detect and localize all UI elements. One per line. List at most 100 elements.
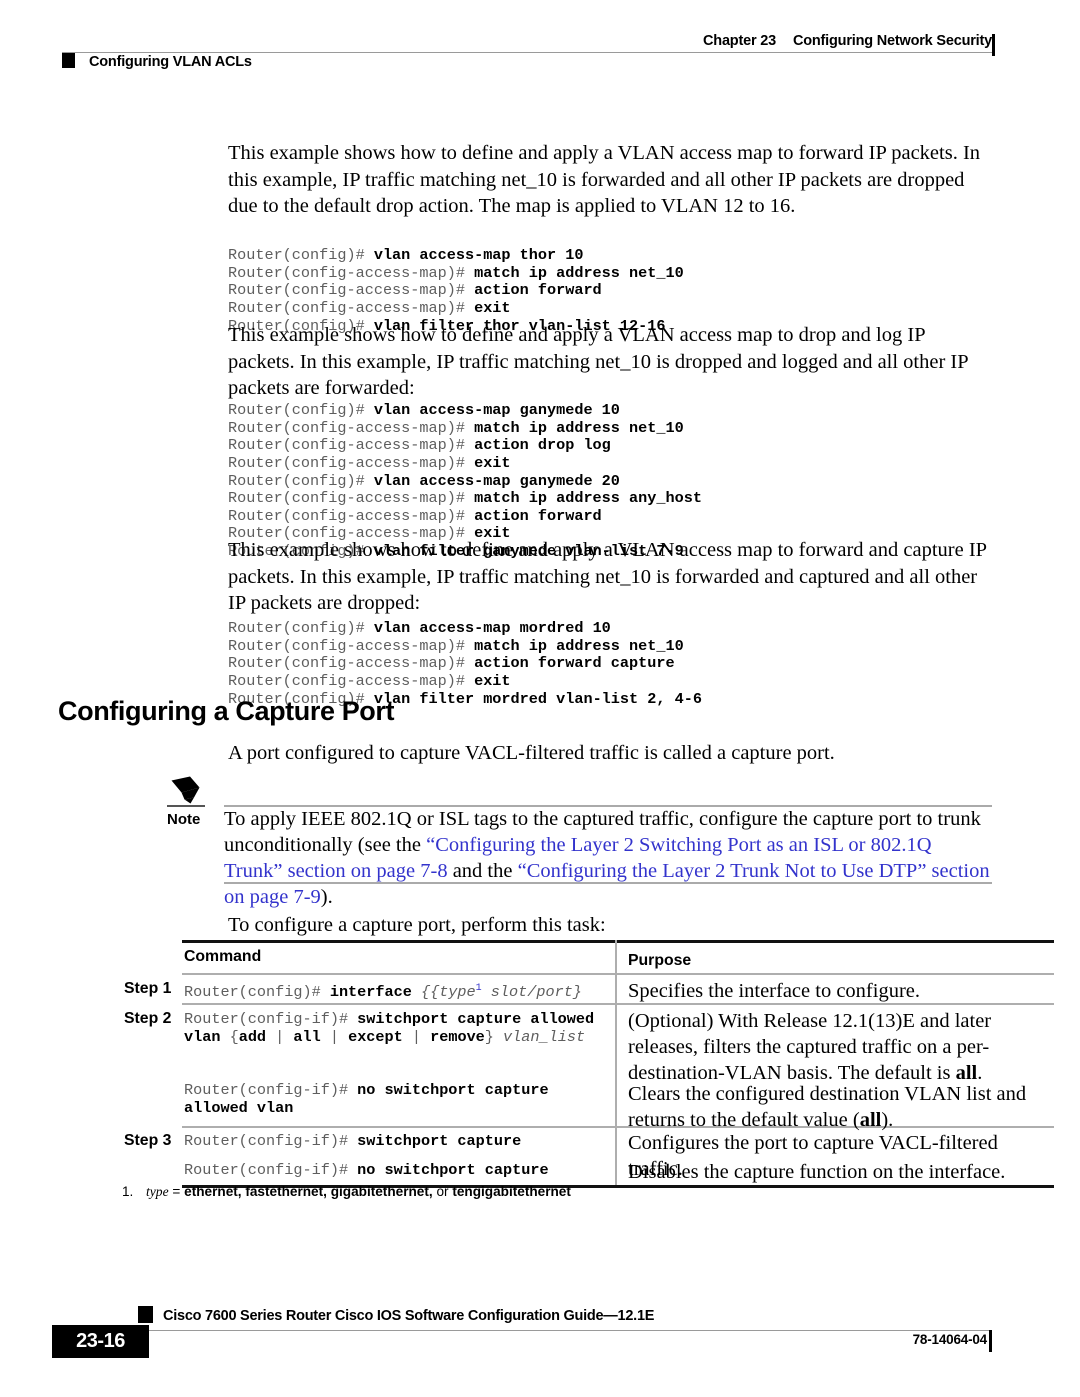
note-label-underline: [167, 805, 205, 807]
cli-command: action forward: [474, 506, 602, 525]
cli-command: match ip address any_host: [474, 489, 702, 508]
header-rule: [62, 52, 992, 53]
cli-prompt: Router(config-access-map)#: [228, 263, 475, 282]
cli-prompt: Router(config-access-map)#: [228, 281, 475, 300]
footer-page-number: 23-16: [76, 1330, 125, 1352]
purpose-text: Clears the configured destination VLAN l…: [628, 1083, 1027, 1131]
cli-prompt: Router(config-access-map)#: [228, 636, 475, 655]
purpose-text-end: ).: [881, 1109, 894, 1131]
code-line: Router(config-access-map)# action forwar…: [228, 655, 1018, 673]
cli-pipe-1: |: [266, 1028, 294, 1046]
paragraph-task-intro: To configure a capture port, perform thi…: [228, 914, 606, 936]
cli-command: action forward capture: [474, 654, 675, 673]
code-line: Router(config-access-map)# exit: [228, 298, 1018, 318]
cli-pipe-2: |: [320, 1028, 349, 1046]
footnote-or: or: [432, 1184, 453, 1199]
code-line: Router(config)# vlan access-map ganymede…: [228, 472, 1018, 491]
code-line: Router(config-access-map)# action drop l…: [228, 437, 1018, 455]
footer-document-id: 78-14064-04: [912, 1332, 988, 1347]
cli-pipe-3: |: [402, 1028, 431, 1046]
cli-prompt: Router(config-access-map)#: [228, 654, 475, 673]
table-row: Router(config-if)# no switchport capture…: [184, 1081, 609, 1117]
cli-prompt: Router(config-access-map)#: [228, 453, 475, 472]
code-line: Router(config-access-map)# exit: [228, 453, 1018, 473]
table-row: Router(config-if)# switchport capture: [184, 1132, 609, 1150]
cli-command: action drop log: [474, 436, 611, 455]
cli-prompt: Router(config)#: [228, 619, 374, 638]
cli-command: vlan filter mordred vlan-list 2, 4-6: [373, 689, 702, 708]
table-step-label-3: Step 3: [124, 1132, 172, 1149]
cli-command: match ip address net_10: [474, 263, 684, 282]
footer-edge-tick: [989, 1330, 992, 1352]
code-line: Router(config-access-map)# exit: [228, 671, 1018, 691]
cli-prompt: Router(config-if)#: [184, 1132, 358, 1150]
table-step-label-2: Step 2: [124, 1010, 172, 1027]
cli-brace-open: {: [229, 1028, 239, 1046]
code-line: Router(config-access-map)# match ip addr…: [228, 636, 1018, 656]
footnote-last-value: tengigabitethernet: [452, 1184, 571, 1199]
footnote-equals: =: [168, 1184, 185, 1199]
cli-prompt: Router(config-access-map)#: [228, 506, 475, 525]
footnote-values: ethernet, fastethernet, gigabitethernet,: [184, 1184, 433, 1199]
footer-document-title: Cisco 7600 Series Router Cisco IOS Softw…: [163, 1308, 655, 1324]
cli-command: switchport capture: [357, 1132, 522, 1150]
header-bullet-square-icon: [62, 53, 75, 68]
table-purpose-5: Disables the capture function on the int…: [628, 1161, 1006, 1183]
cli-arg-vlanlist: vlan_list: [503, 1028, 586, 1046]
code-line: Router(config)# vlan access-map mordred …: [228, 619, 1018, 638]
cli-prompt: Router(config-access-map)#: [228, 436, 475, 455]
cli-command: match ip address net_10: [474, 418, 684, 437]
table-footnote: 1. type = ethernet, fastethernet, gigabit…: [122, 1184, 922, 1200]
cli-prompt: Router(config-access-map)#: [228, 489, 475, 508]
cli-arg-2: slot/port}: [481, 983, 582, 1002]
table-purpose-3: Clears the configured destination VLAN l…: [628, 1081, 1053, 1133]
code-line: Router(config)# vlan access-map ganymede…: [228, 401, 1018, 420]
cli-command: vlan access-map mordred 10: [373, 619, 611, 638]
cli-prompt: Router(config-if)#: [184, 1081, 358, 1099]
cli-arg: {{type: [420, 983, 476, 1002]
footer-bullet-square-icon: [138, 1306, 153, 1323]
cli-prompt: Router(config-if)#: [184, 1161, 358, 1179]
cli-command: vlan access-map ganymede 10: [373, 401, 620, 420]
note-label: Note: [167, 811, 201, 828]
table-header-command: Command: [184, 948, 262, 965]
footer-rule: [88, 1330, 992, 1331]
table-top-rule: [182, 940, 1054, 943]
paragraph-capture-port-definition: A port configured to capture VACL-filter…: [228, 742, 835, 764]
footnote-number: 1.: [122, 1184, 134, 1199]
section-heading-configuring-capture-port: Configuring a Capture Port: [58, 696, 395, 726]
cli-prompt: Router(config-access-map)#: [228, 298, 475, 317]
table-row: Router(config-if)# no switchport capture: [184, 1161, 609, 1179]
cli-option-except: except: [348, 1028, 403, 1046]
header-chapter-title: Configuring Network Security: [792, 33, 992, 49]
purpose-default-value: all: [859, 1109, 882, 1131]
paragraph-forward-example: This example shows how to define and app…: [228, 142, 981, 217]
cli-option-all: all: [293, 1028, 321, 1046]
code-line: Router(config-access-map)# action forwar…: [228, 506, 1018, 526]
purpose-text: (Optional) With Release 12.1(13)E and la…: [628, 1010, 992, 1084]
cli-prompt: Router(config-if)#: [184, 1010, 358, 1028]
note-text-part-2: and the: [447, 860, 518, 882]
cli-command: exit: [474, 298, 511, 317]
header-chapter-info: Chapter 23 Configuring Network Security: [703, 33, 992, 49]
table-column-divider: [615, 940, 617, 1185]
table-step-label-1: Step 1: [124, 980, 172, 997]
cli-prompt: Router(config)#: [228, 246, 374, 265]
page-footer: Cisco 7600 Series Router Cisco IOS Softw…: [0, 1300, 1080, 1380]
cli-option-remove: remove: [430, 1028, 485, 1046]
note-text-part-3: ).: [320, 886, 333, 908]
cli-command: no switchport capture: [357, 1161, 549, 1179]
cli-prompt: Router(config-access-map)#: [228, 671, 475, 690]
page-header: Chapter 23 Configuring Network Security C…: [0, 0, 1080, 86]
table-row: Router(config-if)# switchport capture al…: [184, 1010, 609, 1046]
cli-command: exit: [474, 453, 511, 472]
cli-command: interface: [329, 983, 421, 1002]
table-row: Router(config)# interface {{type1 slot/p…: [184, 980, 609, 1001]
header-edge-tick: [992, 34, 995, 56]
code-line: Router(config)# vlan access-map mordred …: [228, 619, 1018, 708]
cli-command: vlan access-map thor 10: [373, 246, 584, 265]
cli-command: action forward: [474, 281, 602, 300]
document-page: Chapter 23 Configuring Network Security C…: [0, 0, 1080, 1397]
cli-prompt: Router(config-access-map)#: [228, 418, 475, 437]
table-header-purpose: Purpose: [628, 952, 692, 969]
